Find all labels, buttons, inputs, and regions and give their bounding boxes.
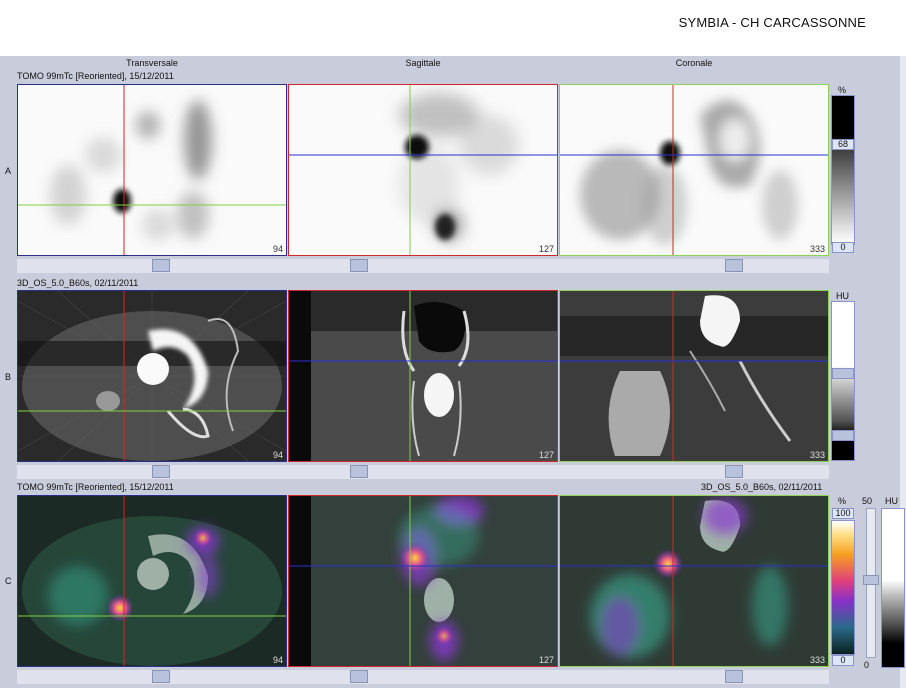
slider-thumb-icon[interactable] [152,670,170,683]
row-a-letter: A [5,166,12,176]
viewport-a-transverse[interactable]: 94 [17,84,287,256]
lut-b-lower-handle[interactable] [832,430,854,441]
header-bar: SYMBIA - CH CARCASSONNE [0,0,906,56]
slider-thumb-icon[interactable] [863,575,879,585]
app-window: SYMBIA - CH CARCASSONNE Transversale Sag… [0,0,906,688]
slice-number-a-coronal: 333 [809,244,825,254]
viewport-a-coronal[interactable]: 333 [559,84,829,256]
slice-number-b-transverse: 94 [272,450,283,460]
lut-a-colorbar[interactable] [831,95,855,245]
slider-thumb-icon[interactable] [725,465,743,478]
fusion-value: 50 [862,496,873,506]
lut-b-unit: HU [836,291,849,301]
slice-number-a-sagittal: 127 [538,244,554,254]
lut-b-upper-handle[interactable] [832,368,854,379]
slider-track-b [17,465,829,479]
slice-number-b-coronal: 333 [809,450,825,460]
view-title-transverse: Transversale [126,58,178,68]
row-c-series-label: TOMO 99mTc [Reoriented], 15/12/2011 [17,482,174,492]
slice-number-c-transverse: 94 [272,655,283,665]
lut-c-unit: % [838,496,847,506]
slider-thumb-icon[interactable] [725,259,743,272]
viewport-b-transverse[interactable]: 94 [17,290,287,462]
slider-thumb-icon[interactable] [350,259,368,272]
view-title-sagittal: Sagittale [405,58,441,68]
viewport-c-coronal[interactable]: 333 [559,495,829,667]
slider-thumb-icon[interactable] [725,670,743,683]
viewport-c-sagittal[interactable]: 127 [288,495,558,667]
row-a-series-label: TOMO 99mTc [Reoriented], 15/12/2011 [17,71,174,81]
lut-c-ct-colorbar[interactable] [881,508,905,668]
slice-number-c-coronal: 333 [809,655,825,665]
lut-a-unit: % [838,85,847,95]
fusion-min: 0 [864,660,870,670]
viewport-b-coronal[interactable]: 333 [559,290,829,462]
slider-thumb-icon[interactable] [350,465,368,478]
slider-thumb-icon[interactable] [350,670,368,683]
row-b-letter: B [5,372,12,382]
slice-number-b-sagittal: 127 [538,450,554,460]
lut-c-colorbar[interactable] [831,520,855,655]
slider-thumb-icon[interactable] [152,465,170,478]
row-b-series-label: 3D_OS_5.0_B60s, 02/11/2011 [17,278,139,288]
row-c-series-label-right: 3D_OS_5.0_B60s, 02/11/2011 [701,482,823,492]
slider-track-a [17,259,829,273]
lut-a-min[interactable]: 0 [832,242,854,253]
viewport-c-transverse[interactable]: 94 [17,495,287,667]
slice-number-a-transverse: 94 [272,244,283,254]
view-title-coronal: Coronale [675,58,713,68]
slider-thumb-icon[interactable] [152,259,170,272]
lut-a-level[interactable]: 68 [832,139,854,150]
lut-c-ct-unit: HU [885,496,898,506]
slice-number-c-sagittal: 127 [538,655,554,665]
header-title: SYMBIA - CH CARCASSONNE [678,15,866,30]
viewport-b-sagittal[interactable]: 127 [288,290,558,462]
slider-track-c [17,670,829,684]
row-c-letter: C [5,576,12,586]
lut-c-min[interactable]: 0 [832,655,854,666]
lut-c-max[interactable]: 100 [832,508,854,519]
viewport-a-sagittal[interactable]: 127 [288,84,558,256]
